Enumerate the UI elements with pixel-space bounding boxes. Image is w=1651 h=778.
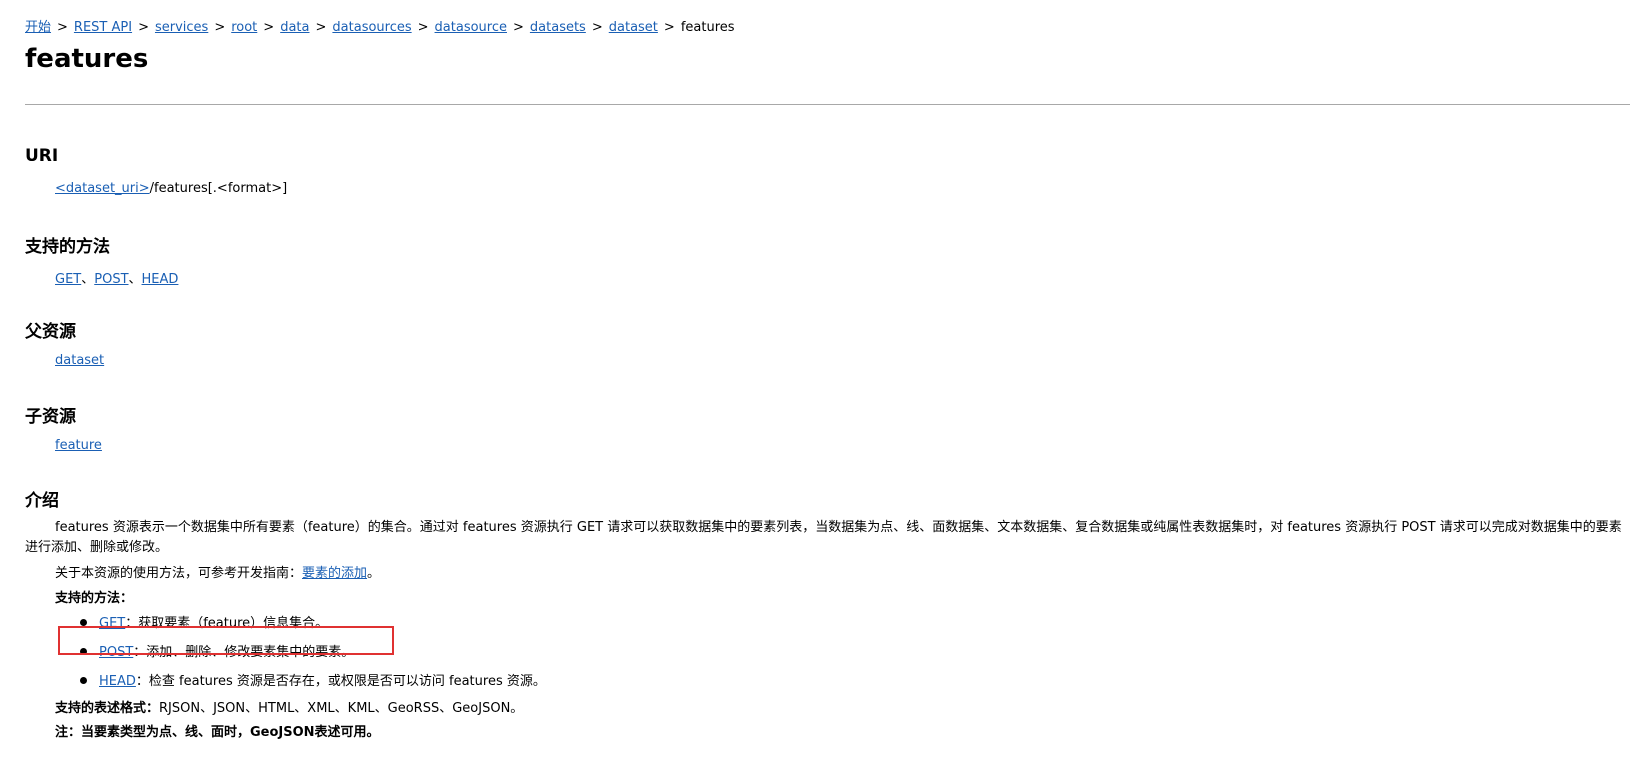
breadcrumb-link-datasource[interactable]: datasource [435, 20, 507, 35]
method-link-get[interactable]: GET [55, 272, 81, 287]
formats-line: 支持的表述格式：RJSON、JSON、HTML、XML、KML、GeoRSS、G… [55, 697, 523, 716]
breadcrumb-separator: > [663, 20, 675, 35]
breadcrumb-link-datasources[interactable]: datasources [332, 20, 411, 35]
method-desc-head: ：检查 features 资源是否存在，或权限是否可以访问 features 资… [135, 674, 546, 689]
intro-paragraph: features 资源表示一个数据集中所有要素（feature）的集合。通过对 … [25, 520, 1622, 555]
section-title-child: 子资源 [25, 407, 76, 427]
method-separator: 、 [128, 272, 142, 287]
section-title-methods: 支持的方法 [25, 237, 110, 257]
formats-value: RJSON、JSON、HTML、XML、KML、GeoRSS、GeoJSON。 [159, 701, 524, 716]
title-divider [25, 104, 1630, 105]
section-title-uri: URI [25, 146, 59, 166]
bullet-icon [80, 677, 87, 684]
parent-resource: dataset [55, 353, 104, 368]
method-separator: 、 [81, 272, 95, 287]
section-title-intro: 介绍 [25, 491, 59, 511]
list-item-head: HEAD：检查 features 资源是否存在，或权限是否可以访问 featur… [80, 670, 546, 689]
breadcrumb-separator: > [315, 20, 327, 35]
breadcrumb-link-start[interactable]: 开始 [25, 20, 51, 35]
child-resource: feature [55, 438, 102, 453]
breadcrumb-link-root[interactable]: root [231, 20, 257, 35]
breadcrumb-separator: > [214, 20, 226, 35]
breadcrumb-link-dataset[interactable]: dataset [609, 20, 658, 35]
breadcrumb-link-data[interactable]: data [280, 20, 309, 35]
guide-suffix: 。 [367, 566, 381, 581]
breadcrumb: 开始 > REST API > services > root > data > datasourc… [25, 16, 735, 35]
uri-suffix: /features[.<format>] [149, 181, 288, 196]
breadcrumb-link-services[interactable]: services [155, 20, 208, 35]
dataset-uri-link[interactable]: <dataset_uri> [55, 181, 150, 196]
supported-methods-label: 支持的方法： [55, 591, 134, 606]
guide-link-feature-add[interactable]: 要素的添加 [302, 566, 367, 581]
breadcrumb-link-datasets[interactable]: datasets [530, 20, 586, 35]
page-title: features [25, 44, 149, 74]
breadcrumb-separator: > [417, 20, 429, 35]
breadcrumb-separator: > [138, 20, 149, 35]
note-line: 注：当要素类型为点、线、面时，GeoJSON表述可用。 [55, 725, 380, 740]
breadcrumb-current: features [680, 20, 735, 35]
formats-label: 支持的表述格式： [55, 701, 160, 716]
bullet-icon [80, 619, 87, 626]
method-link-head[interactable]: HEAD [142, 272, 179, 287]
breadcrumb-separator: > [513, 20, 524, 35]
method-link-post[interactable]: POST [94, 272, 128, 287]
breadcrumb-link-rest-api[interactable]: REST API [74, 20, 132, 35]
methods-list: GET、POST、HEAD [55, 268, 178, 287]
guide-line: 关于本资源的使用方法，可参考开发指南：要素的添加。 [55, 562, 380, 581]
uri-value: <dataset_uri>/features[.<format>] [55, 181, 287, 196]
child-link-feature[interactable]: feature [55, 438, 102, 453]
section-title-parent: 父资源 [25, 322, 76, 342]
breadcrumb-separator: > [591, 20, 603, 35]
highlight-box [58, 626, 394, 655]
guide-prefix: 关于本资源的使用方法，可参考开发指南： [55, 566, 303, 581]
breadcrumb-separator: > [263, 20, 275, 35]
parent-link-dataset[interactable]: dataset [55, 353, 104, 368]
intro-method-link-head[interactable]: HEAD [99, 674, 136, 689]
breadcrumb-separator: > [57, 20, 68, 35]
